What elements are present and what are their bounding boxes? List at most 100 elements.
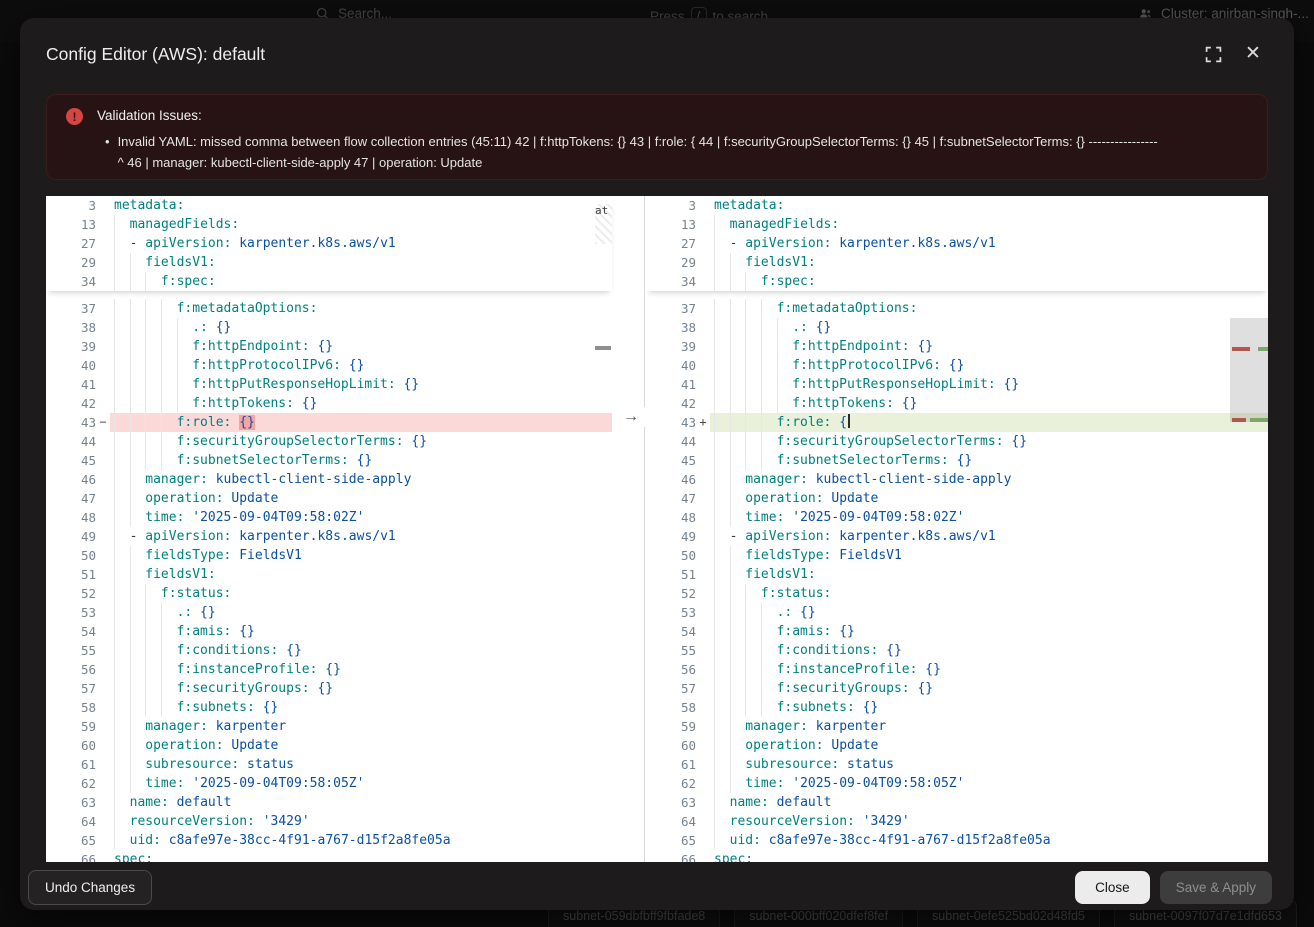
code-line-58[interactable]: 58f:subnets: {}: [646, 698, 1268, 717]
code-line-57[interactable]: 57f:securityGroups: {}: [46, 679, 612, 698]
code-line-53[interactable]: 53.: {}: [46, 603, 612, 622]
code-line-61[interactable]: 61subresource: status: [46, 755, 612, 774]
code-line-45[interactable]: 45f:subnetSelectorTerms: {}: [646, 451, 1268, 470]
code-text: f:subnetSelectorTerms: {}: [710, 451, 1268, 470]
diff-sign: [696, 736, 710, 755]
diff-sign: [696, 253, 710, 272]
code-line-34[interactable]: 34f:spec:: [646, 272, 1268, 291]
code-line-47[interactable]: 47operation: Update: [646, 489, 1268, 508]
diff-sign: [96, 394, 110, 413]
code-line-39[interactable]: 39f:httpEndpoint: {}: [46, 337, 612, 356]
undo-changes-button[interactable]: Undo Changes: [28, 870, 152, 905]
left-scrollbar-slider[interactable]: [595, 346, 611, 350]
code-line-56[interactable]: 56f:instanceProfile: {}: [646, 660, 1268, 679]
code-line-42[interactable]: 42f:httpTokens: {}: [646, 394, 1268, 413]
code-line-50[interactable]: 50fieldsType: FieldsV1: [646, 546, 1268, 565]
editor-scrollbar[interactable]: [1230, 196, 1268, 862]
code-line-66[interactable]: 66spec:: [646, 850, 1268, 862]
code-line-41[interactable]: 41f:httpPutResponseHopLimit: {}: [46, 375, 612, 394]
fullscreen-icon[interactable]: [1203, 44, 1223, 64]
close-icon[interactable]: ✕: [1243, 44, 1263, 64]
code-line-45[interactable]: 45f:subnetSelectorTerms: {}: [46, 451, 612, 470]
code-line-57[interactable]: 57f:securityGroups: {}: [646, 679, 1268, 698]
code-line-52[interactable]: 52f:status:: [46, 584, 612, 603]
code-line-13[interactable]: 13managedFields:: [46, 215, 612, 234]
revert-arrow-icon[interactable]: →: [617, 407, 645, 427]
code-line-51[interactable]: 51fieldsV1:: [646, 565, 1268, 584]
close-button[interactable]: Close: [1075, 871, 1150, 904]
code-line-40[interactable]: 40f:httpProtocolIPv6: {}: [46, 356, 612, 375]
modified-code-lines[interactable]: 37f:metadataOptions:38.: {}39f:httpEndpo…: [646, 299, 1268, 862]
sticky-scroll-modified[interactable]: 3metadata:13managedFields:27- apiVersion…: [646, 196, 1268, 291]
code-line-44[interactable]: 44f:securityGroupSelectorTerms: {}: [46, 432, 612, 451]
code-line-39[interactable]: 39f:httpEndpoint: {}: [646, 337, 1268, 356]
code-line-40[interactable]: 40f:httpProtocolIPv6: {}: [646, 356, 1268, 375]
code-line-63[interactable]: 63name: default: [646, 793, 1268, 812]
code-line-54[interactable]: 54f:amis: {}: [46, 622, 612, 641]
diff-pane-modified[interactable]: 37f:metadataOptions:38.: {}39f:httpEndpo…: [646, 196, 1268, 862]
diff-sign: [96, 812, 110, 831]
code-line-44[interactable]: 44f:securityGroupSelectorTerms: {}: [646, 432, 1268, 451]
code-line-55[interactable]: 55f:conditions: {}: [646, 641, 1268, 660]
code-line-48[interactable]: 48time: '2025-09-04T09:58:02Z': [646, 508, 1268, 527]
code-line-38[interactable]: 38.: {}: [646, 318, 1268, 337]
code-line-55[interactable]: 55f:conditions: {}: [46, 641, 612, 660]
code-text: metadata:: [710, 196, 1268, 215]
sticky-scroll-original[interactable]: 3metadata:13managedFields:27- apiVersion…: [46, 196, 612, 291]
validation-heading: Validation Issues:: [97, 108, 202, 123]
code-line-29[interactable]: 29fieldsV1:: [46, 253, 612, 272]
code-line-43[interactable]: 43+f:role: {: [646, 413, 1268, 432]
code-line-60[interactable]: 60operation: Update: [46, 736, 612, 755]
code-line-38[interactable]: 38.: {}: [46, 318, 612, 337]
code-line-56[interactable]: 56f:instanceProfile: {}: [46, 660, 612, 679]
code-line-52[interactable]: 52f:status:: [646, 584, 1268, 603]
save-apply-button[interactable]: Save & Apply: [1160, 871, 1272, 904]
code-line-41[interactable]: 41f:httpPutResponseHopLimit: {}: [646, 375, 1268, 394]
code-line-46[interactable]: 46manager: kubectl-client-side-apply: [46, 470, 612, 489]
diff-sign: [696, 196, 710, 215]
code-line-3[interactable]: 3metadata:: [46, 196, 612, 215]
code-line-3[interactable]: 3metadata:: [646, 196, 1268, 215]
code-line-63[interactable]: 63name: default: [46, 793, 612, 812]
code-line-49[interactable]: 49- apiVersion: karpenter.k8s.aws/v1: [46, 527, 612, 546]
code-line-51[interactable]: 51fieldsV1:: [46, 565, 612, 584]
code-line-64[interactable]: 64resourceVersion: '3429': [646, 812, 1268, 831]
code-line-64[interactable]: 64resourceVersion: '3429': [46, 812, 612, 831]
code-line-58[interactable]: 58f:subnets: {}: [46, 698, 612, 717]
code-line-37[interactable]: 37f:metadataOptions:: [46, 299, 612, 318]
code-line-49[interactable]: 49- apiVersion: karpenter.k8s.aws/v1: [646, 527, 1268, 546]
code-line-48[interactable]: 48time: '2025-09-04T09:58:02Z': [46, 508, 612, 527]
diff-sign: [96, 356, 110, 375]
code-line-27[interactable]: 27- apiVersion: karpenter.k8s.aws/v1: [646, 234, 1268, 253]
diff-sign: [96, 432, 110, 451]
line-number: 59: [46, 717, 96, 736]
code-line-27[interactable]: 27- apiVersion: karpenter.k8s.aws/v1: [46, 234, 612, 253]
diff-sign: [96, 470, 110, 489]
diff-pane-original[interactable]: 37f:metadataOptions:38.: {}39f:httpEndpo…: [46, 196, 645, 862]
code-line-37[interactable]: 37f:metadataOptions:: [646, 299, 1268, 318]
code-line-13[interactable]: 13managedFields:: [646, 215, 1268, 234]
code-line-34[interactable]: 34f:spec:: [46, 272, 612, 291]
diff-sign: [96, 272, 110, 291]
code-line-59[interactable]: 59manager: karpenter: [46, 717, 612, 736]
code-line-65[interactable]: 65uid: c8afe97e-38cc-4f91-a767-d15f2a8fe…: [646, 831, 1268, 850]
yaml-diff-editor[interactable]: 37f:metadataOptions:38.: {}39f:httpEndpo…: [46, 196, 1268, 862]
code-line-62[interactable]: 62time: '2025-09-04T09:58:05Z': [46, 774, 612, 793]
code-line-61[interactable]: 61subresource: status: [646, 755, 1268, 774]
code-line-66[interactable]: 66spec:: [46, 850, 612, 862]
code-line-53[interactable]: 53.: {}: [646, 603, 1268, 622]
code-line-47[interactable]: 47operation: Update: [46, 489, 612, 508]
original-code-lines[interactable]: 37f:metadataOptions:38.: {}39f:httpEndpo…: [46, 299, 612, 862]
code-line-29[interactable]: 29fieldsV1:: [646, 253, 1268, 272]
code-line-43[interactable]: 43−f:role: {}: [46, 413, 612, 432]
code-line-59[interactable]: 59manager: karpenter: [646, 717, 1268, 736]
code-line-54[interactable]: 54f:amis: {}: [646, 622, 1268, 641]
code-line-46[interactable]: 46manager: kubectl-client-side-apply: [646, 470, 1268, 489]
code-line-42[interactable]: 42f:httpTokens: {}: [46, 394, 612, 413]
code-line-60[interactable]: 60operation: Update: [646, 736, 1268, 755]
code-line-50[interactable]: 50fieldsType: FieldsV1: [46, 546, 612, 565]
code-text: time: '2025-09-04T09:58:05Z': [110, 774, 612, 793]
code-line-65[interactable]: 65uid: c8afe97e-38cc-4f91-a767-d15f2a8fe…: [46, 831, 612, 850]
code-line-62[interactable]: 62time: '2025-09-04T09:58:05Z': [646, 774, 1268, 793]
scrollbar-slider[interactable]: [1230, 318, 1268, 422]
